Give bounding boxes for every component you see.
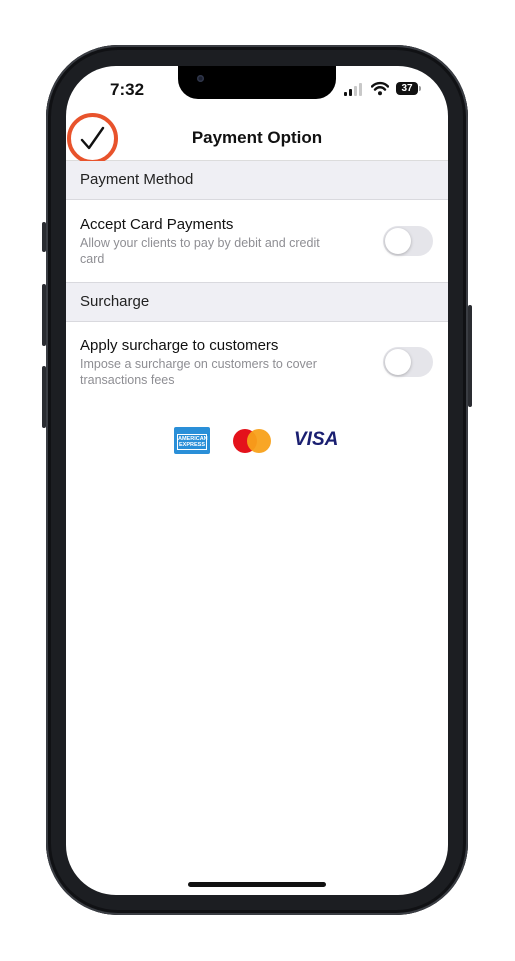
- mute-switch: [42, 222, 46, 252]
- mastercard-logo: [233, 429, 271, 453]
- status-time: 7:32: [110, 80, 145, 99]
- row-title: Accept Card Payments: [80, 216, 234, 233]
- volume-up-button: [42, 284, 46, 346]
- phone-screen: 7:32 37 Payment Option Payment Method Ac…: [66, 66, 448, 895]
- section-header-label: Payment Method: [80, 171, 194, 188]
- volume-down-button: [42, 366, 46, 428]
- row-title: Apply surcharge to customers: [80, 337, 279, 354]
- accept-card-payments-toggle[interactable]: [383, 226, 433, 256]
- navigation-bar: Payment Option: [66, 113, 448, 164]
- apply-surcharge-toggle[interactable]: [383, 347, 433, 377]
- toggle-knob: [385, 228, 411, 254]
- cellular-signal-icon: [344, 82, 364, 96]
- page-title: Payment Option: [191, 128, 323, 147]
- front-camera: [197, 75, 204, 82]
- home-indicator[interactable]: [188, 882, 326, 887]
- accepted-cards: AMERICAN EXPRESS VISA: [174, 426, 344, 456]
- section-header-surcharge: Surcharge: [66, 282, 448, 322]
- notch: [178, 66, 336, 99]
- accept-card-payments-row: Accept Card Payments Allow your clients …: [66, 200, 448, 282]
- toggle-knob: [385, 349, 411, 375]
- power-button: [468, 305, 472, 407]
- wifi-icon: [370, 81, 390, 96]
- section-header-payment-method: Payment Method: [66, 161, 448, 200]
- battery-icon: 37: [396, 82, 421, 95]
- row-subtitle: Impose a surcharge on customers to cover…: [80, 357, 317, 387]
- section-header-label: Surcharge: [80, 293, 150, 310]
- row-subtitle: Allow your clients to pay by debit and c…: [80, 236, 320, 266]
- apply-surcharge-row: Apply surcharge to customers Impose a su…: [66, 322, 448, 404]
- amex-logo: AMERICAN EXPRESS: [174, 427, 210, 454]
- visa-logo: VISA: [294, 429, 339, 450]
